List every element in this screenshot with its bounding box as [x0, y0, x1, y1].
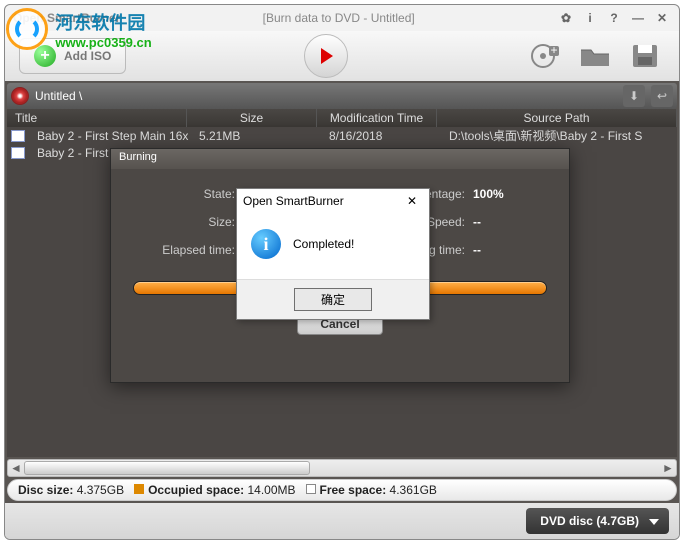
play-icon [321, 48, 333, 64]
disc-size-label: Disc size: [18, 483, 73, 497]
remain-value: -- [473, 243, 553, 257]
elapsed-label: Elapsed time: [133, 243, 243, 257]
titlebar: Open SmartBurner [Burn data to DVD - Unt… [5, 5, 679, 31]
scroll-thumb[interactable] [24, 461, 310, 475]
dvd-icon [11, 87, 29, 105]
minimize-button[interactable]: — [629, 9, 647, 27]
dialog-titlebar: Open SmartBurner ✕ [237, 189, 429, 213]
burn-button[interactable] [304, 34, 348, 78]
info-icon: i [251, 229, 281, 259]
disc-size-value: 4.375GB [77, 483, 124, 497]
completed-dialog: Open SmartBurner ✕ i Completed! 确定 [236, 188, 430, 320]
scroll-right-icon[interactable]: ► [660, 460, 676, 476]
dialog-message: Completed! [293, 237, 354, 251]
col-size[interactable]: Size [187, 109, 317, 127]
ok-button[interactable]: 确定 [294, 288, 372, 311]
app-title: Open SmartBurner [13, 11, 120, 25]
close-button[interactable]: ✕ [653, 9, 671, 27]
nav-back-button[interactable]: ↩ [651, 85, 673, 107]
file-icon [11, 130, 25, 142]
footer: DVD disc (4.7GB) [5, 503, 679, 539]
speed-value: -- [473, 215, 553, 229]
occupied-chip [134, 484, 144, 494]
cell-mtime: 8/16/2018 [321, 129, 441, 143]
horizontal-scrollbar[interactable]: ◄ ► [7, 459, 677, 477]
plus-icon: + [34, 45, 56, 67]
col-title[interactable]: Title [7, 109, 187, 127]
scroll-left-icon[interactable]: ◄ [8, 460, 24, 476]
cell-source: D:\tools\桌面\新视频\Baby 2 - First S [441, 127, 677, 144]
disc-type-select[interactable]: DVD disc (4.7GB) [526, 508, 669, 534]
file-icon [11, 147, 25, 159]
current-path: Untitled \ [35, 89, 82, 103]
occupied-label: Occupied space: [148, 483, 244, 497]
size-label: Size: [133, 215, 243, 229]
document-title: [Burn data to DVD - Untitled] [263, 11, 415, 25]
col-mtime[interactable]: Modification Time [317, 109, 437, 127]
save-button[interactable] [625, 38, 665, 74]
settings-icon[interactable]: ✿ [557, 9, 575, 27]
size-bar: Disc size: 4.375GB Occupied space: 14.00… [7, 479, 677, 501]
free-value: 4.361GB [390, 483, 437, 497]
path-bar: Untitled \ ⬇ ↩ [7, 83, 677, 109]
help-icon[interactable]: ? [605, 9, 623, 27]
new-disc-button[interactable]: + [525, 38, 565, 74]
dialog-title: Open SmartBurner [243, 194, 344, 208]
scroll-track[interactable] [24, 461, 660, 475]
main-toolbar: + Add ISO + [5, 31, 679, 81]
svg-text:+: + [550, 43, 557, 57]
dialog-close-button[interactable]: ✕ [401, 192, 423, 210]
info-icon[interactable]: i [581, 9, 599, 27]
occupied-value: 14.00MB [247, 483, 295, 497]
cell-size: 5.21MB [191, 129, 321, 143]
nav-down-button[interactable]: ⬇ [623, 85, 645, 107]
free-chip [306, 484, 316, 494]
free-label: Free space: [320, 483, 387, 497]
col-source[interactable]: Source Path [437, 109, 677, 127]
percent-value: 100% [473, 187, 553, 201]
column-headers: Title Size Modification Time Source Path [7, 109, 677, 127]
burning-title: Burning [111, 149, 569, 169]
state-label: State: [133, 187, 243, 201]
table-row[interactable]: Baby 2 - First Step Main 16x 5.21MB 8/16… [7, 127, 677, 144]
open-folder-button[interactable] [575, 38, 615, 74]
add-iso-button[interactable]: + Add ISO [19, 38, 126, 74]
add-iso-label: Add ISO [64, 49, 111, 63]
cell-title: Baby 2 - First Step Main 16x [29, 129, 191, 143]
